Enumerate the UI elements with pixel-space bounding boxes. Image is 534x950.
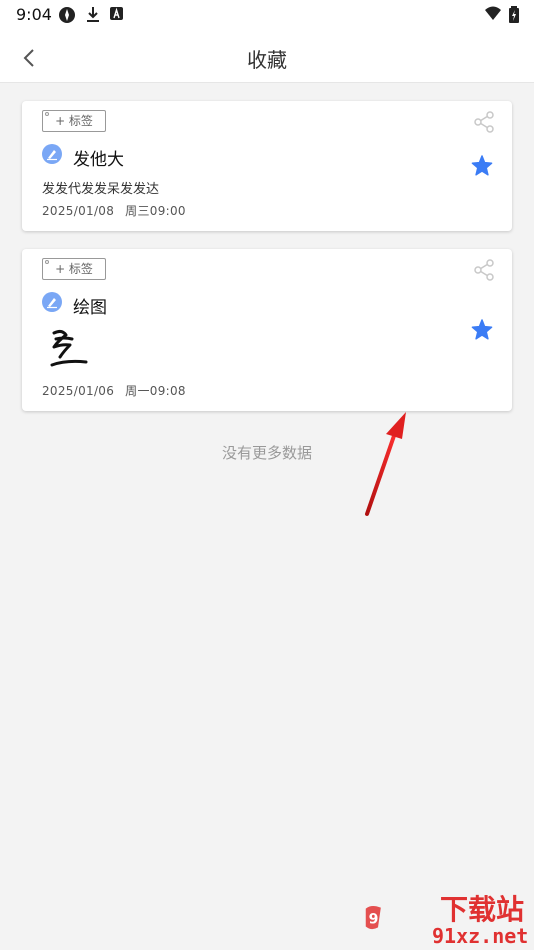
- status-time: 9:04: [16, 5, 52, 24]
- add-tag-button[interactable]: + 标签: [42, 110, 106, 132]
- note-title: 发他大: [73, 150, 124, 170]
- no-more-data-label: 没有更多数据: [221, 444, 312, 462]
- favorite-star-icon[interactable]: [470, 318, 494, 342]
- note-date-value: 2025/01/06: [42, 384, 115, 398]
- drawing-thumbnail: [50, 329, 88, 367]
- note-icon: [42, 292, 62, 312]
- note-weekday-time: 周三09:00: [125, 204, 186, 218]
- note-body: 发发代发发呆发发达: [42, 182, 160, 197]
- note-date: 2025/01/08 周三09:00: [42, 202, 186, 219]
- annotation-arrow-icon: [365, 412, 406, 516]
- page-title: 收藏: [247, 48, 287, 72]
- note-date-value: 2025/01/08: [42, 204, 115, 218]
- note-card[interactable]: + 标签 发他大 发发代发发呆发发达 2025/01/08 周三09:00: [22, 101, 512, 231]
- watermark-text: 下载站: [440, 893, 525, 926]
- add-tag-label: + 标签: [55, 114, 93, 128]
- tag-hole-icon: [45, 260, 49, 264]
- note-card[interactable]: + 标签 绘图 2025/01/06 周一09:08: [22, 249, 512, 411]
- app-bar: 收藏: [0, 30, 534, 83]
- app-notification-icon: [59, 7, 75, 23]
- note-title: 绘图: [73, 298, 107, 318]
- note-date: 2025/01/06 周一09:08: [42, 382, 186, 399]
- add-tag-button[interactable]: + 标签: [42, 258, 106, 280]
- tag-hole-icon: [45, 112, 49, 116]
- note-icon: [42, 144, 62, 164]
- download-icon: [87, 7, 99, 22]
- status-bar: 9:04: [0, 0, 534, 30]
- watermark-logo-icon: 9: [365, 905, 381, 930]
- share-icon[interactable]: [472, 258, 496, 282]
- add-tag-label: + 标签: [55, 262, 93, 276]
- share-icon[interactable]: [472, 110, 496, 134]
- watermark-url: 91xz.net: [432, 924, 529, 948]
- a-notification-icon: [110, 7, 123, 20]
- note-weekday-time: 周一09:08: [125, 384, 186, 398]
- favorite-star-icon[interactable]: [470, 154, 494, 178]
- svg-text:9: 9: [369, 912, 379, 928]
- wifi-icon: [485, 6, 501, 20]
- battery-icon: [509, 6, 519, 23]
